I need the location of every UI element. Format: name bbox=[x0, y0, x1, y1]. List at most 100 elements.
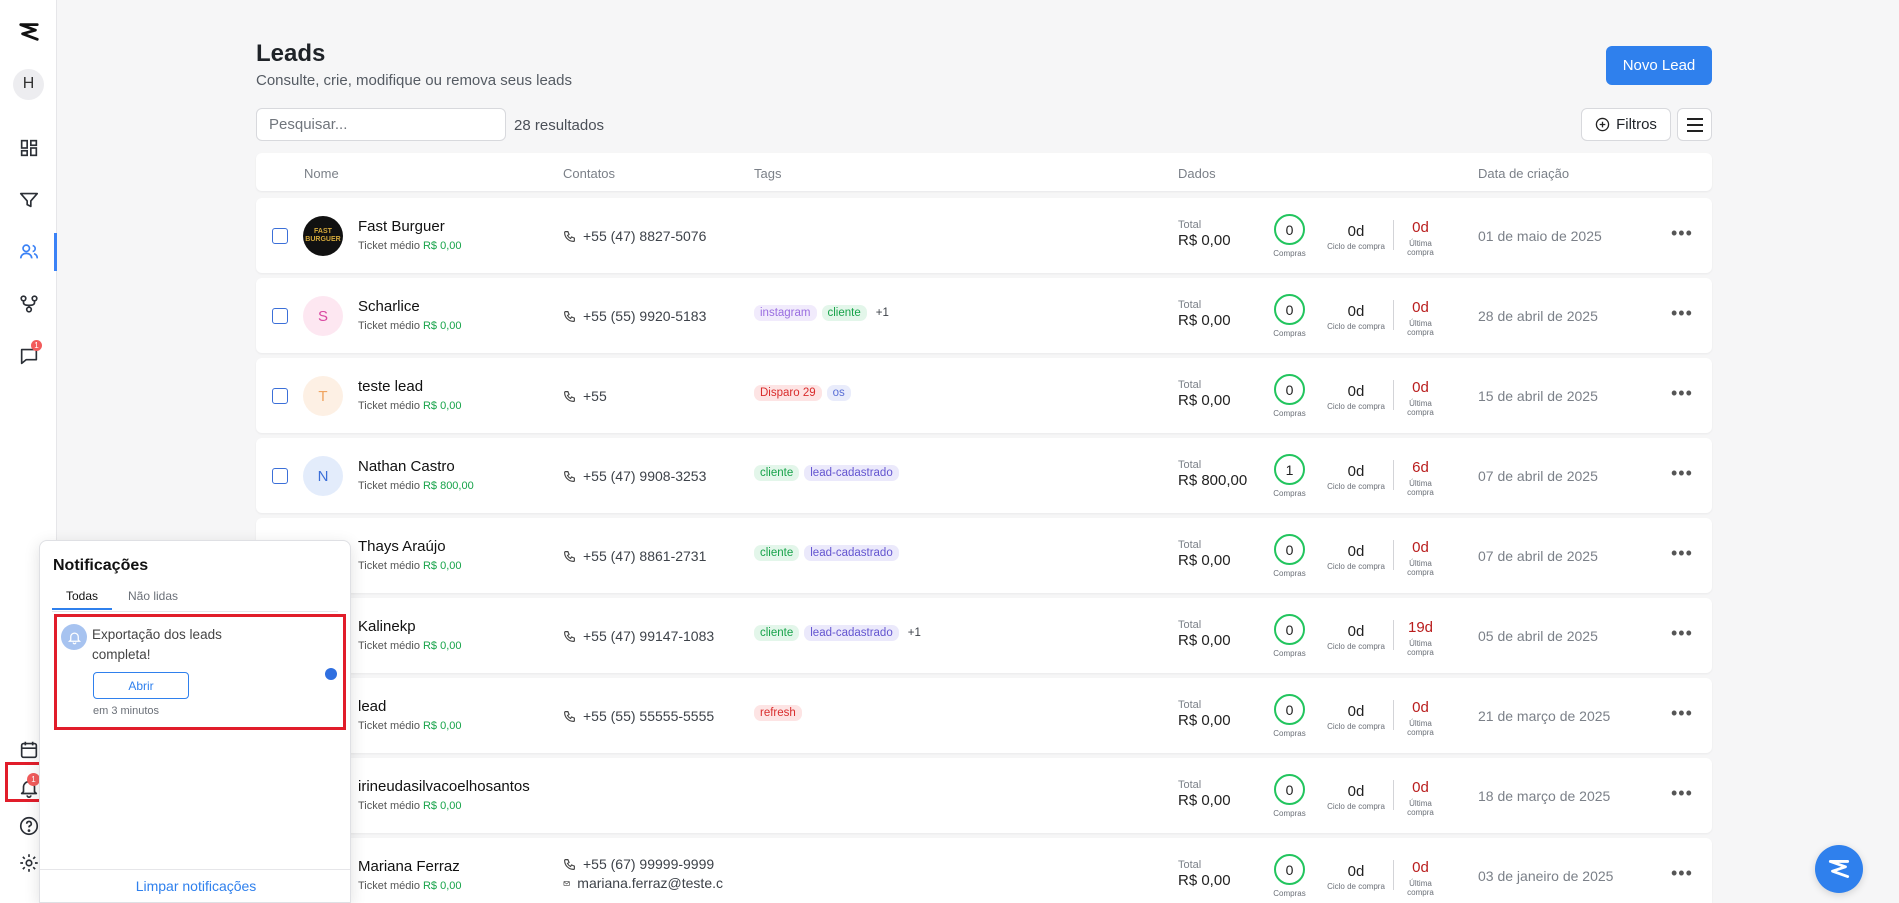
row-actions-button[interactable]: ••• bbox=[1671, 783, 1693, 804]
funnel-nav[interactable] bbox=[0, 180, 57, 220]
lead-name[interactable]: Fast Burguer bbox=[358, 218, 445, 235]
purchases-count: 0 bbox=[1274, 774, 1305, 805]
phone-number: +55 (47) 8861-2731 bbox=[583, 548, 707, 564]
leads-nav[interactable] bbox=[0, 232, 57, 272]
table-row[interactable]: Tteste lead Ticket médio R$ 0,00 +55 Disparo… bbox=[256, 358, 1712, 433]
phone-number: +55 (55) 9920-5183 bbox=[583, 308, 707, 324]
row-actions-button[interactable]: ••• bbox=[1671, 543, 1693, 564]
table-row[interactable]: Thays Araújo Ticket médio R$ 0,00 +55 (47) … bbox=[256, 518, 1712, 593]
app-logo[interactable] bbox=[0, 12, 57, 52]
purchases-count: 0 bbox=[1274, 694, 1305, 725]
row-actions-button[interactable]: ••• bbox=[1671, 303, 1693, 324]
tab-unread[interactable]: Não lidas bbox=[120, 589, 186, 603]
support-chat-button[interactable] bbox=[1815, 845, 1863, 893]
table-row[interactable]: S Scharlice Ticket médio R$ 0,00 +55 (55) 99… bbox=[256, 278, 1712, 353]
created-date: 15 de abril de 2025 bbox=[1478, 388, 1598, 404]
more-tags[interactable]: +1 bbox=[904, 625, 925, 641]
cycle-value: 0d bbox=[1347, 223, 1365, 240]
row-actions-button[interactable]: ••• bbox=[1671, 703, 1693, 724]
filters-button[interactable]: Filtros bbox=[1581, 108, 1671, 141]
purchases-label: Compras bbox=[1273, 489, 1306, 498]
notifications-title: Notificações bbox=[53, 557, 149, 574]
table-row[interactable]: FAST BURGUER Fast Burguer Ticket médio R$ 0… bbox=[256, 198, 1712, 273]
users-icon bbox=[19, 244, 38, 259]
calendar-icon bbox=[20, 741, 37, 759]
cycle-label: Ciclo de compra bbox=[1327, 482, 1385, 491]
purchases-count: 0 bbox=[1274, 614, 1305, 645]
created-date: 01 de maio de 2025 bbox=[1478, 228, 1602, 244]
lead-name[interactable]: Kalinekp bbox=[358, 618, 416, 635]
row-checkbox[interactable] bbox=[272, 468, 288, 484]
table-row[interactable]: Kalinekp Ticket médio R$ 0,00 +55 (47) 9914… bbox=[256, 598, 1712, 673]
total-label: Total bbox=[1178, 859, 1202, 871]
dashboard-nav[interactable] bbox=[0, 128, 57, 168]
tag-badge: cliente bbox=[754, 625, 800, 641]
flows-nav[interactable] bbox=[0, 284, 57, 324]
phone-number: +55 (47) 8827-5076 bbox=[583, 228, 707, 244]
row-actions-button[interactable]: ••• bbox=[1671, 463, 1693, 484]
last-purchase-value: 0d bbox=[1412, 219, 1429, 236]
notification-item[interactable]: Exportação dos leads completa! Abrir em … bbox=[54, 614, 346, 730]
search-input[interactable] bbox=[256, 108, 506, 141]
total-label: Total bbox=[1178, 699, 1202, 711]
row-checkbox[interactable] bbox=[272, 388, 288, 404]
lead-name[interactable]: Thays Araújo bbox=[358, 538, 446, 555]
stat-divider bbox=[1393, 860, 1394, 890]
cycle-value: 0d bbox=[1347, 783, 1365, 800]
ticket-label: Ticket médio bbox=[358, 320, 420, 332]
purchases-label: Compras bbox=[1273, 729, 1306, 738]
lead-name[interactable]: Nathan Castro bbox=[358, 458, 455, 475]
tag-list: cliente lead-cadastrado bbox=[754, 465, 899, 481]
purchases-label: Compras bbox=[1273, 249, 1306, 258]
total-value: R$ 0,00 bbox=[1178, 872, 1231, 889]
lead-name[interactable]: lead bbox=[358, 698, 386, 715]
column-tags: Tags bbox=[754, 166, 782, 181]
row-actions-button[interactable]: ••• bbox=[1671, 383, 1693, 404]
new-lead-button[interactable]: Novo Lead bbox=[1606, 46, 1712, 85]
lead-name[interactable]: Mariana Ferraz bbox=[358, 858, 460, 875]
tag-badge: instagram bbox=[754, 305, 817, 321]
table-row[interactable]: Mariana Ferraz Ticket médio R$ 0,00 +55 (67… bbox=[256, 838, 1712, 903]
clear-notifications-button[interactable]: Limpar notificações bbox=[40, 878, 352, 894]
table-row[interactable]: N Nathan Castro Ticket médio R$ 800,00 +55 (… bbox=[256, 438, 1712, 513]
lead-name[interactable]: Scharlice bbox=[358, 298, 420, 315]
messages-nav[interactable]: 1 bbox=[0, 336, 57, 376]
cycle-value: 0d bbox=[1347, 863, 1365, 880]
user-avatar-button[interactable]: H bbox=[0, 64, 57, 104]
column-name: Nome bbox=[304, 166, 339, 181]
row-actions-button[interactable]: ••• bbox=[1671, 223, 1693, 244]
email-contact: mariana.ferraz@teste.c bbox=[563, 875, 723, 891]
notification-text: Exportação dos leads completa! bbox=[92, 627, 222, 662]
view-menu-button[interactable] bbox=[1677, 108, 1712, 141]
table-row[interactable]: irineudasilvacoelhosantos Ticket médio R$ … bbox=[256, 758, 1712, 833]
ticket-label: Ticket médio bbox=[358, 240, 420, 252]
cycle-value: 0d bbox=[1347, 623, 1365, 640]
table-row[interactable]: lead Ticket médio R$ 0,00 +55 (55) 55555-55… bbox=[256, 678, 1712, 753]
phone-icon bbox=[564, 470, 575, 482]
phone-number: +55 (67) 99999-9999 bbox=[583, 856, 715, 872]
more-tags[interactable]: +1 bbox=[872, 305, 893, 321]
phone-contact: +55 (47) 99147-1083 bbox=[563, 628, 714, 644]
lead-name[interactable]: irineudasilvacoelhosantos bbox=[358, 778, 530, 795]
cycle-value: 0d bbox=[1347, 463, 1365, 480]
phone-contact: +55 (47) 8861-2731 bbox=[563, 548, 706, 564]
dashboard-icon bbox=[20, 139, 37, 157]
lead-name[interactable]: teste lead bbox=[358, 378, 423, 395]
row-actions-button[interactable]: ••• bbox=[1671, 863, 1693, 884]
column-data: Dados bbox=[1178, 166, 1216, 181]
total-label: Total bbox=[1178, 299, 1202, 311]
notifications-panel: Notificações Todas Não lidas Exportação … bbox=[39, 540, 351, 903]
row-checkbox[interactable] bbox=[272, 308, 288, 324]
created-date: 18 de março de 2025 bbox=[1478, 788, 1611, 804]
cycle-label: Ciclo de compra bbox=[1327, 882, 1385, 891]
cycle-value: 0d bbox=[1347, 383, 1365, 400]
open-notification-button[interactable]: Abrir bbox=[93, 672, 189, 699]
messages-badge: 1 bbox=[31, 340, 42, 351]
tab-all[interactable]: Todas bbox=[52, 589, 112, 610]
lead-avatar: FAST BURGUER bbox=[303, 216, 343, 256]
row-checkbox[interactable] bbox=[272, 228, 288, 244]
purchases-label: Compras bbox=[1273, 889, 1306, 898]
row-actions-button[interactable]: ••• bbox=[1671, 623, 1693, 644]
column-created: Data de criação bbox=[1478, 166, 1570, 181]
phone-number: +55 (47) 9908-3253 bbox=[583, 468, 707, 484]
